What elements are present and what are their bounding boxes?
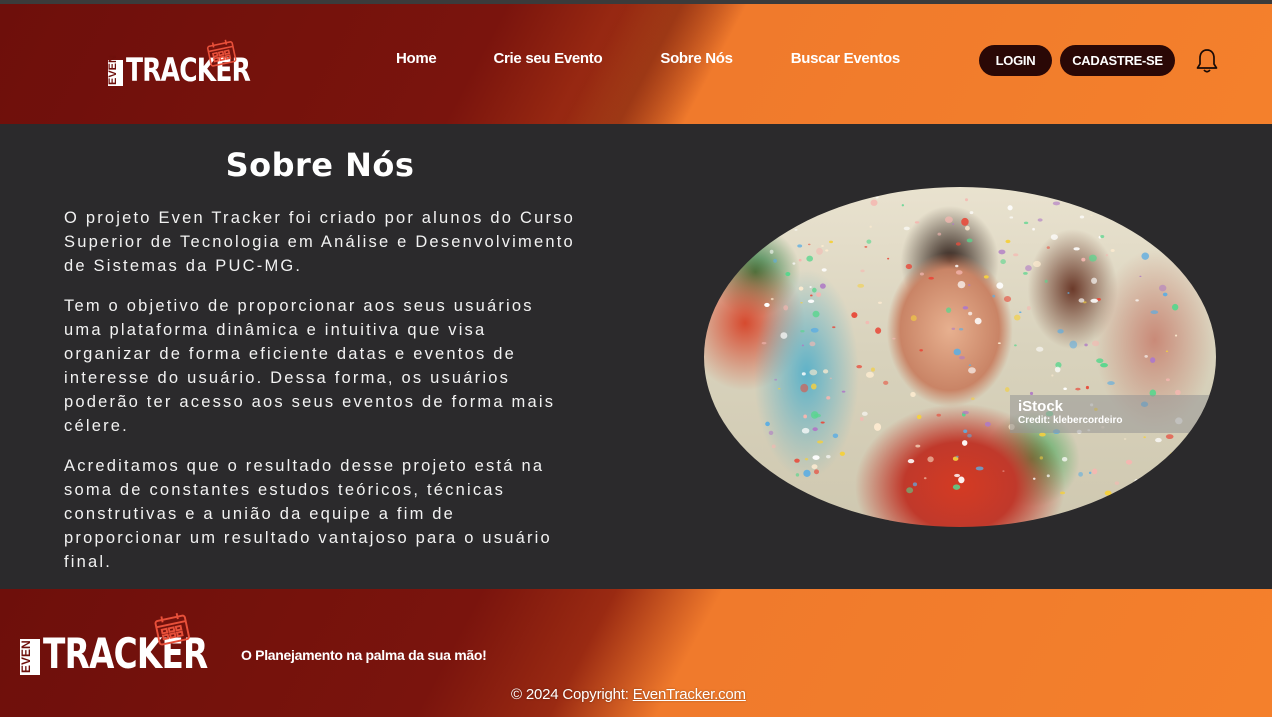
calendar-icon <box>206 39 237 67</box>
footer-logo[interactable]: EVEN TRACKER <box>19 631 254 675</box>
calendar-icon <box>154 612 190 646</box>
copyright-text: © 2024 Copyright: <box>511 686 633 703</box>
logo-even-text: EVEN <box>107 55 123 86</box>
main-nav: Home Crie seu Evento Sobre Nós Buscar Ev… <box>396 50 900 67</box>
nav-item-home[interactable]: Home <box>396 50 437 67</box>
nav-item-about[interactable]: Sobre Nós <box>660 50 733 67</box>
bell-icon[interactable] <box>1195 48 1219 74</box>
about-paragraph: Acreditamos que o resultado desse projet… <box>64 457 552 571</box>
watermark-credit: Credit: klebercordeiro <box>1018 415 1123 426</box>
logo-even-text: EVEN <box>19 639 40 675</box>
image-watermark: iStock Credit: klebercordeiro <box>1010 395 1210 433</box>
about-paragraph: Tem o objetivo de proporcionar aos seus … <box>64 297 556 435</box>
about-section: Sobre Nós O projeto Even Tracker foi cri… <box>0 124 1272 589</box>
signup-button[interactable]: CADASTRE-SE <box>1060 45 1175 76</box>
copyright-link[interactable]: EvenTracker.com <box>633 686 746 703</box>
footer-tagline: O Planejamento na palma da sua mão! <box>241 647 487 663</box>
nav-item-search-events[interactable]: Buscar Eventos <box>791 50 900 67</box>
confetti-decoration <box>761 194 1186 496</box>
copyright: © 2024 Copyright: EvenTracker.com <box>511 686 746 703</box>
about-text: O projeto Even Tracker foi criado por al… <box>64 206 576 590</box>
header-logo[interactable]: EVEN TRACKER <box>107 42 285 86</box>
page-title: Sobre Nós <box>225 146 415 184</box>
watermark-brand: iStock <box>1018 398 1064 415</box>
about-paragraph: O projeto Even Tracker foi criado por al… <box>64 209 575 275</box>
site-header: EVEN TRACKER Home Crie seu Evento Sobre … <box>0 4 1272 124</box>
login-button[interactable]: LOGIN <box>979 45 1052 76</box>
site-footer: EVEN TRACKER O Planejamento na palma da … <box>0 589 1272 717</box>
festival-photo: iStock Credit: klebercordeiro <box>704 187 1216 527</box>
nav-item-create-event[interactable]: Crie seu Evento <box>493 50 602 67</box>
